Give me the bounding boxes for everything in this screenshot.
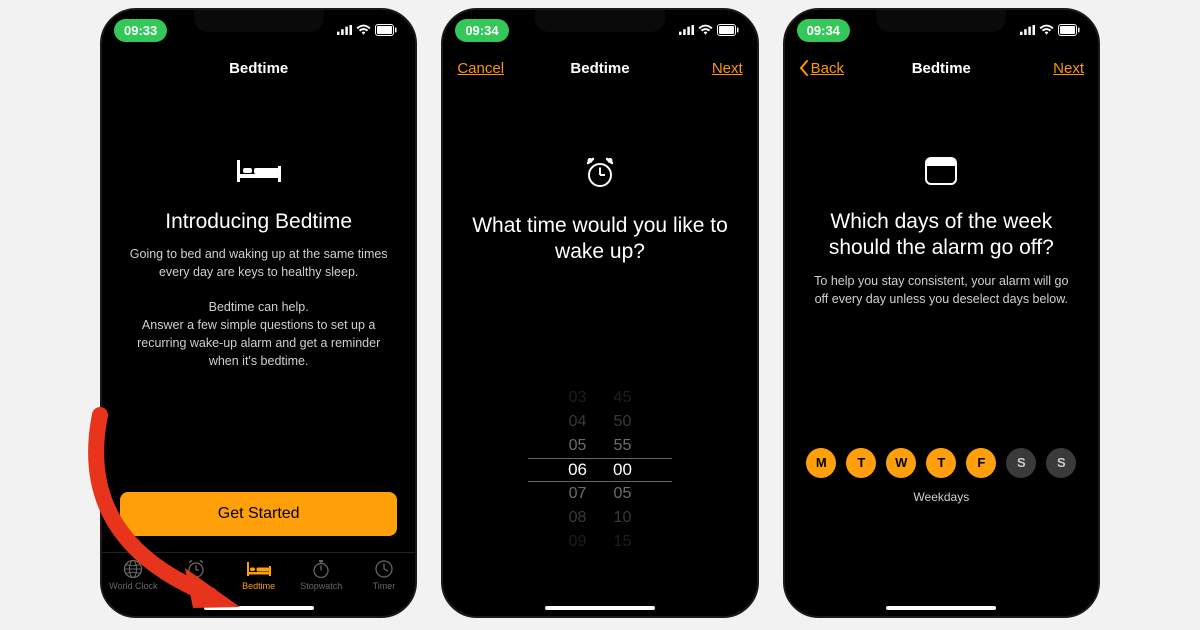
notch bbox=[876, 10, 1006, 32]
status-right bbox=[1020, 24, 1080, 36]
picker-value: 55 bbox=[614, 434, 632, 458]
navbar: Cancel Bedtime Next bbox=[443, 50, 756, 86]
day-chip-thu[interactable]: T bbox=[926, 448, 956, 478]
day-chip-wed[interactable]: W bbox=[886, 448, 916, 478]
cancel-button[interactable]: Cancel bbox=[457, 50, 504, 86]
wifi-icon bbox=[698, 24, 713, 36]
picker-value: 08 bbox=[569, 506, 587, 530]
time-picker[interactable]: 03 04 05 06 07 08 09 45 50 55 00 05 10 1… bbox=[568, 386, 632, 554]
intro-desc-1: Going to bed and waking up at the same t… bbox=[120, 245, 397, 281]
alarm-clock-icon bbox=[583, 156, 617, 195]
headline: Which days of the week should the alarm … bbox=[803, 209, 1080, 262]
day-chip-sun[interactable]: S bbox=[1046, 448, 1076, 478]
home-indicator[interactable] bbox=[204, 606, 314, 610]
day-chip-tue[interactable]: T bbox=[846, 448, 876, 478]
cellular-icon bbox=[1020, 24, 1035, 36]
notch bbox=[535, 10, 665, 32]
next-button[interactable]: Next bbox=[712, 50, 743, 86]
battery-icon bbox=[375, 24, 397, 36]
picker-value-selected: 00 bbox=[613, 458, 632, 482]
globe-icon bbox=[123, 559, 143, 579]
weekdays-label: Weekdays bbox=[913, 490, 969, 504]
body: What time would you like to wake up? 03 … bbox=[443, 86, 756, 616]
picker-value: 04 bbox=[569, 410, 587, 434]
day-chip-fri[interactable]: F bbox=[966, 448, 996, 478]
bed-icon bbox=[237, 156, 281, 191]
nav-title: Bedtime bbox=[912, 60, 971, 77]
screen-intro: 09:33 Bedtime Introducing Bedtime Going … bbox=[100, 8, 417, 618]
alarm-icon bbox=[186, 559, 206, 579]
minute-column[interactable]: 45 50 55 00 05 10 15 bbox=[613, 386, 632, 554]
intro-desc-2a: Bedtime can help. bbox=[209, 300, 309, 314]
status-right bbox=[337, 24, 397, 36]
headline: What time would you like to wake up? bbox=[461, 213, 738, 266]
picker-value: 05 bbox=[614, 482, 632, 506]
subdescription: To help you stay consistent, your alarm … bbox=[803, 272, 1080, 308]
picker-value: 50 bbox=[614, 410, 632, 434]
tab-timer[interactable]: Timer bbox=[356, 559, 412, 591]
body: Introducing Bedtime Going to bed and wak… bbox=[102, 86, 415, 552]
tab-stopwatch[interactable]: Stopwatch bbox=[293, 559, 349, 591]
back-button[interactable]: Back bbox=[799, 50, 844, 86]
intro-desc-2b: Answer a few simple questions to set up … bbox=[137, 318, 380, 368]
cellular-icon bbox=[337, 24, 352, 36]
picker-value: 45 bbox=[614, 386, 632, 410]
picker-value: 03 bbox=[569, 386, 587, 410]
navbar: Back Bedtime Next bbox=[785, 50, 1098, 86]
tab-bedtime[interactable]: Bedtime bbox=[231, 559, 287, 591]
intro-desc-2: Bedtime can help. Answer a few simple qu… bbox=[120, 298, 397, 371]
screen-days: 09:34 Back Bedtime Next Which days of th… bbox=[783, 8, 1100, 618]
body: Which days of the week should the alarm … bbox=[785, 86, 1098, 616]
nav-title: Bedtime bbox=[570, 60, 629, 77]
picker-value: 05 bbox=[569, 434, 587, 458]
tab-alarm[interactable]: Alarm bbox=[168, 559, 224, 591]
picker-value: 09 bbox=[569, 530, 587, 554]
home-indicator[interactable] bbox=[545, 606, 655, 610]
bed-icon bbox=[247, 559, 271, 579]
tab-world-clock[interactable]: World Clock bbox=[105, 559, 161, 591]
next-button[interactable]: Next bbox=[1053, 50, 1084, 86]
time-pill: 09:34 bbox=[455, 19, 508, 42]
day-chip-mon[interactable]: M bbox=[806, 448, 836, 478]
tab-label: Stopwatch bbox=[300, 581, 342, 591]
tab-label: World Clock bbox=[109, 581, 157, 591]
time-pill: 09:34 bbox=[797, 19, 850, 42]
back-label: Back bbox=[811, 60, 844, 77]
picker-selection-lines bbox=[528, 458, 672, 482]
stopwatch-icon bbox=[311, 559, 331, 579]
battery-icon bbox=[1058, 24, 1080, 36]
picker-value: 07 bbox=[569, 482, 587, 506]
picker-value: 10 bbox=[614, 506, 632, 530]
wifi-icon bbox=[356, 24, 371, 36]
day-chip-sat[interactable]: S bbox=[1006, 448, 1036, 478]
home-indicator[interactable] bbox=[886, 606, 996, 610]
battery-icon bbox=[717, 24, 739, 36]
time-pill: 09:33 bbox=[114, 19, 167, 42]
nav-title: Bedtime bbox=[229, 60, 288, 77]
status-right bbox=[679, 24, 739, 36]
tab-label: Bedtime bbox=[242, 581, 275, 591]
screen-wakeup-time: 09:34 Cancel Bedtime Next What time woul… bbox=[441, 8, 758, 618]
hour-column[interactable]: 03 04 05 06 07 08 09 bbox=[568, 386, 587, 554]
timer-icon bbox=[374, 559, 394, 579]
get-started-button[interactable]: Get Started bbox=[120, 492, 397, 536]
notch bbox=[194, 10, 324, 32]
calendar-icon bbox=[924, 156, 958, 191]
navbar: Bedtime bbox=[102, 50, 415, 86]
cellular-icon bbox=[679, 24, 694, 36]
tab-label: Alarm bbox=[184, 581, 208, 591]
headline: Introducing Bedtime bbox=[159, 209, 358, 235]
day-selector: M T W T F S S bbox=[806, 448, 1076, 478]
picker-value-selected: 06 bbox=[568, 458, 587, 482]
picker-value: 15 bbox=[614, 530, 632, 554]
chevron-left-icon bbox=[799, 60, 809, 76]
wifi-icon bbox=[1039, 24, 1054, 36]
tab-label: Timer bbox=[373, 581, 396, 591]
